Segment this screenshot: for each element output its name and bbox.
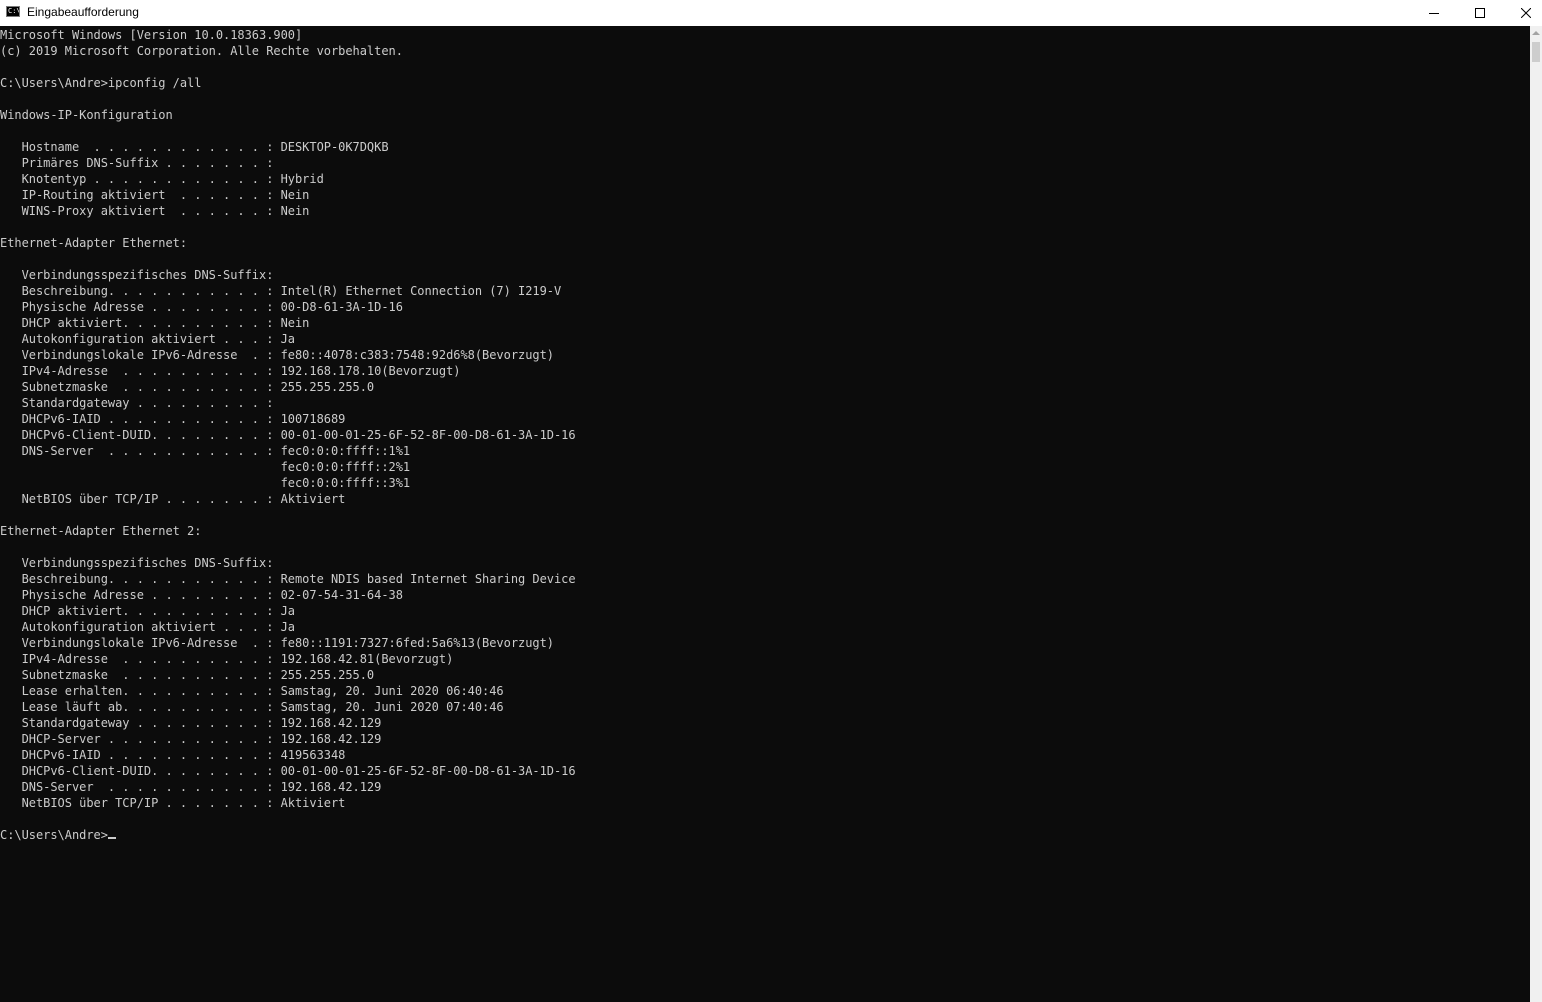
console-line: Microsoft Windows [Version 10.0.18363.90… xyxy=(0,28,303,42)
cmd-icon: C:\ xyxy=(6,6,20,17)
console-line: Ethernet-Adapter Ethernet: xyxy=(0,236,188,250)
console-line: C:\Users\Andre> xyxy=(0,827,116,843)
scrollbar-thumb[interactable] xyxy=(1532,42,1540,62)
console-line: DHCP aktiviert. . . . . . . . . . : Nein xyxy=(0,316,310,330)
console-line: fec0:0:0:ffff::3%1 xyxy=(0,476,411,490)
console-line: Verbindungslokale IPv6-Adresse . : fe80:… xyxy=(0,636,554,650)
console-line: (c) 2019 Microsoft Corporation. Alle Rec… xyxy=(0,44,403,58)
vertical-scrollbar[interactable] xyxy=(1530,26,1542,1002)
console-line: Verbindungsspezifisches DNS-Suffix: xyxy=(0,268,274,282)
title-bar[interactable]: C:\ Eingabeaufforderung xyxy=(0,0,1542,26)
console-line: Autokonfiguration aktiviert . . . : Ja xyxy=(0,332,295,346)
console-output[interactable]: Microsoft Windows [Version 10.0.18363.90… xyxy=(0,27,1530,1002)
maximize-button[interactable] xyxy=(1457,0,1503,26)
console-line: Physische Adresse . . . . . . . . : 02-0… xyxy=(0,588,403,602)
console-line: Autokonfiguration aktiviert . . . : Ja xyxy=(0,620,295,634)
console-line: DHCPv6-Client-DUID. . . . . . . . : 00-0… xyxy=(0,428,576,442)
close-icon xyxy=(1521,8,1531,18)
console-line: Primäres DNS-Suffix . . . . . . . : xyxy=(0,156,274,170)
console-line: Beschreibung. . . . . . . . . . . : Remo… xyxy=(0,572,576,586)
console-line: Physische Adresse . . . . . . . . : 00-D… xyxy=(0,300,403,314)
console-line: DHCP aktiviert. . . . . . . . . . : Ja xyxy=(0,604,295,618)
console-line: Subnetzmaske . . . . . . . . . . : 255.2… xyxy=(0,668,375,682)
console-line: Hostname . . . . . . . . . . . . : DESKT… xyxy=(0,140,389,154)
console-line: DHCPv6-IAID . . . . . . . . . . . : 1007… xyxy=(0,412,346,426)
console-line: Subnetzmaske . . . . . . . . . . : 255.2… xyxy=(0,380,375,394)
minimize-icon xyxy=(1429,13,1439,14)
console-line: Verbindungsspezifisches DNS-Suffix: xyxy=(0,556,274,570)
console-line: NetBIOS über TCP/IP . . . . . . . : Akti… xyxy=(0,796,346,810)
console-line: DHCP-Server . . . . . . . . . . . : 192.… xyxy=(0,732,382,746)
console-line: Knotentyp . . . . . . . . . . . . : Hybr… xyxy=(0,172,324,186)
console-line: Ethernet-Adapter Ethernet 2: xyxy=(0,524,202,538)
close-button[interactable] xyxy=(1503,0,1542,26)
console-line: DNS-Server . . . . . . . . . . . : 192.1… xyxy=(0,780,382,794)
console-line: Windows-IP-Konfiguration xyxy=(0,108,173,122)
console-line: DHCPv6-IAID . . . . . . . . . . . : 4195… xyxy=(0,748,346,762)
scroll-up-arrow-icon[interactable] xyxy=(1532,31,1540,35)
console-line: DNS-Server . . . . . . . . . . . : fec0:… xyxy=(0,444,411,458)
console-line: Lease erhalten. . . . . . . . . . : Sams… xyxy=(0,684,504,698)
maximize-icon xyxy=(1475,8,1485,18)
console-line: IP-Routing aktiviert . . . . . . : Nein xyxy=(0,188,310,202)
console-line: Lease läuft ab. . . . . . . . . . : Sams… xyxy=(0,700,504,714)
console-line: C:\Users\Andre>ipconfig /all xyxy=(0,76,202,90)
text-cursor xyxy=(107,837,116,839)
console-line: Verbindungslokale IPv6-Adresse . : fe80:… xyxy=(0,348,554,362)
console-line: IPv4-Adresse . . . . . . . . . . : 192.1… xyxy=(0,652,454,666)
console-line: IPv4-Adresse . . . . . . . . . . : 192.1… xyxy=(0,364,461,378)
console-line: Standardgateway . . . . . . . . . : 192.… xyxy=(0,716,382,730)
console-line: NetBIOS über TCP/IP . . . . . . . : Akti… xyxy=(0,492,346,506)
window-title: Eingabeaufforderung xyxy=(27,5,139,19)
console-line: Beschreibung. . . . . . . . . . . : Inte… xyxy=(0,284,562,298)
console-line: WINS-Proxy aktiviert . . . . . . : Nein xyxy=(0,204,310,218)
console-line: DHCPv6-Client-DUID. . . . . . . . : 00-0… xyxy=(0,764,576,778)
minimize-button[interactable] xyxy=(1411,0,1457,26)
console-line: fec0:0:0:ffff::2%1 xyxy=(0,460,411,474)
console-line: Standardgateway . . . . . . . . . : xyxy=(0,396,274,410)
